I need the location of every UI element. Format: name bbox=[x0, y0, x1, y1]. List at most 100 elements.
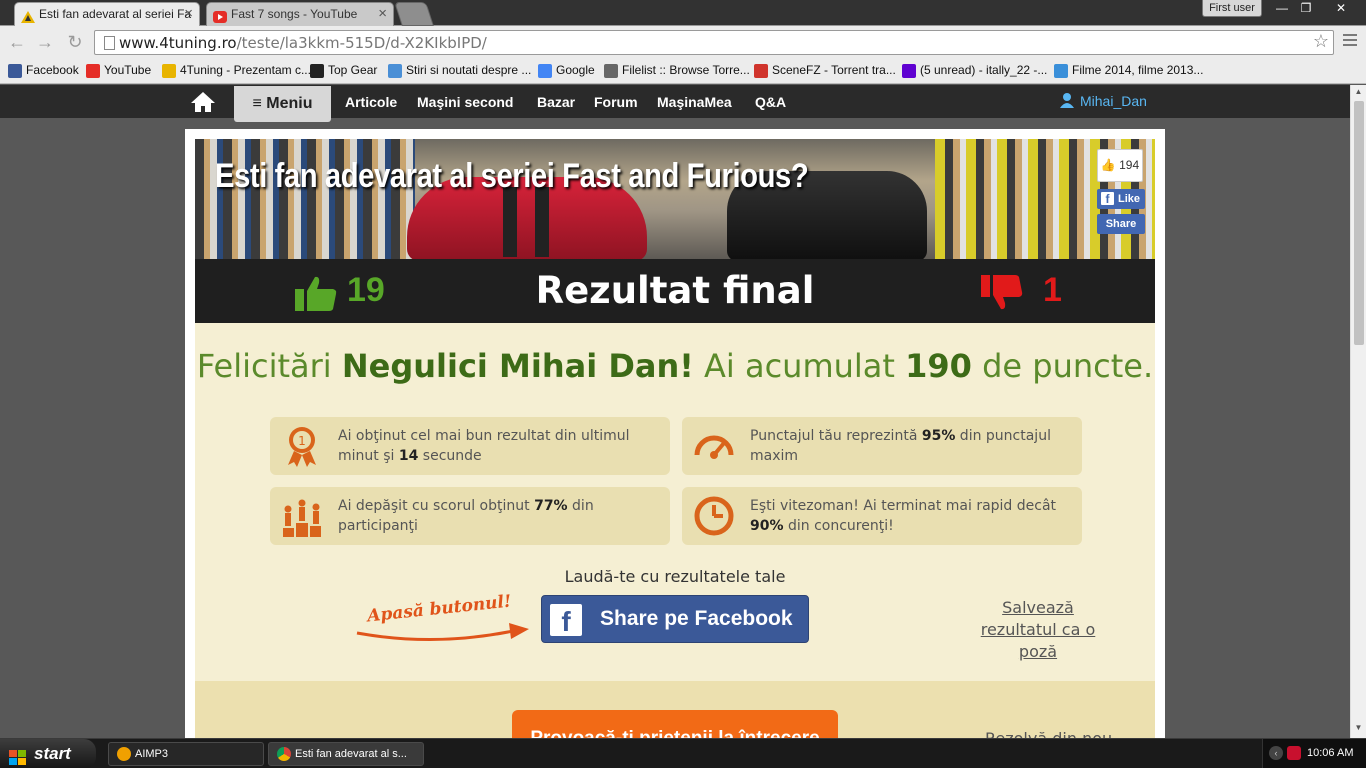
reload-icon[interactable]: ↻ bbox=[64, 33, 86, 53]
menu-button[interactable]: ≡ Meniu bbox=[234, 86, 331, 122]
share-on-facebook-button[interactable]: f Share pe Facebook bbox=[541, 595, 809, 643]
quiz-result-card: Esti fan adevarat al seriei Fast and Fur… bbox=[185, 129, 1165, 738]
taskbar-item-aimp[interactable]: AIMP3 bbox=[108, 742, 264, 766]
taskbar-item-chrome[interactable]: Esti fan adevarat al s... bbox=[268, 742, 424, 766]
bookmark-label: Google bbox=[556, 63, 595, 77]
nav-link-articole[interactable]: Articole bbox=[345, 94, 397, 110]
news-icon bbox=[388, 64, 402, 78]
fb-like-label: Like bbox=[1117, 193, 1140, 205]
congrats-middle: Ai acumulat bbox=[693, 347, 906, 385]
yahoo-icon bbox=[902, 64, 916, 78]
scroll-up-icon[interactable]: ▲ bbox=[1351, 87, 1366, 99]
fb-like-count: 👍 194 bbox=[1097, 149, 1143, 182]
stat-card-participants: Ai depăşit cu scorul obţinut 77% din par… bbox=[270, 487, 670, 545]
4tuning-icon bbox=[162, 64, 176, 78]
bookmark-item[interactable]: Top Gear bbox=[310, 63, 378, 78]
stat-value: 90% bbox=[750, 518, 784, 534]
medal-icon: 1 bbox=[282, 425, 322, 467]
user-link[interactable]: Mihai_Dan bbox=[1060, 93, 1147, 109]
fb-like-button[interactable]: f Like bbox=[1097, 189, 1145, 209]
stat-text-a: Punctajul tău reprezintă bbox=[750, 428, 922, 444]
bookmark-item[interactable]: 4Tuning - Prezentam c... bbox=[162, 63, 311, 78]
bookmark-item[interactable]: Facebook bbox=[8, 63, 79, 78]
bookmark-star-icon[interactable]: ☆ bbox=[1313, 31, 1329, 52]
quiz-hero-image: Esti fan adevarat al seriei Fast and Fur… bbox=[195, 139, 1155, 259]
bookmark-item[interactable]: Google bbox=[538, 63, 595, 78]
task-label: AIMP3 bbox=[135, 748, 169, 760]
fb-share-button[interactable]: Share bbox=[1097, 214, 1145, 234]
challenge-friends-button[interactable]: Provoacă-ţi prietenii la întrecere bbox=[512, 710, 838, 738]
minimize-button[interactable]: — bbox=[1270, 0, 1294, 17]
scroll-down-icon[interactable]: ▼ bbox=[1351, 723, 1366, 735]
stat-text-a: Ai depăşit cu scorul obţinut bbox=[338, 498, 535, 514]
show-hidden-icons-icon[interactable]: ‹ bbox=[1269, 746, 1283, 760]
result-bar: 19 Rezultat final 1 bbox=[195, 259, 1155, 323]
forward-icon[interactable]: → bbox=[34, 33, 56, 53]
maximize-button[interactable]: ❐ bbox=[1294, 0, 1318, 17]
stat-text-a: Ai obţinut cel mai bun rezultat din ulti… bbox=[338, 428, 630, 464]
bookmarks-bar: Facebook YouTube 4Tuning - Prezentam c... T… bbox=[0, 59, 1366, 84]
nav-link-bazar[interactable]: Bazar bbox=[537, 94, 575, 110]
windows-taskbar: start AIMP3 Esti fan adevarat al s... ‹ … bbox=[0, 738, 1366, 768]
bookmark-label: Filelist :: Browse Torre... bbox=[622, 63, 750, 77]
bookmark-label: 4Tuning - Prezentam c... bbox=[180, 63, 311, 77]
bookmark-item[interactable]: YouTube bbox=[86, 63, 152, 78]
bookmark-item[interactable]: SceneFZ - Torrent tra... bbox=[754, 63, 896, 78]
stat-card-score: Punctajul tău reprezintă 95% din punctaj… bbox=[682, 417, 1082, 475]
profile-button[interactable]: First user bbox=[1202, 0, 1262, 17]
filme-icon bbox=[1054, 64, 1068, 78]
page-viewport: ≡ Meniu Articole Maşini second Bazar For… bbox=[0, 85, 1350, 738]
thumbs-down-icon[interactable] bbox=[981, 273, 1025, 311]
podium-icon bbox=[282, 495, 322, 537]
stat-text-b: din concurenţi! bbox=[783, 518, 894, 534]
bookmark-item[interactable]: Filelist :: Browse Torre... bbox=[604, 63, 750, 78]
bookmark-label: YouTube bbox=[104, 63, 152, 77]
back-icon[interactable]: ← bbox=[6, 33, 28, 53]
close-window-button[interactable]: ✕ bbox=[1328, 0, 1354, 17]
svg-text:1: 1 bbox=[298, 434, 306, 448]
chrome-icon bbox=[277, 747, 291, 761]
username: Mihai_Dan bbox=[1080, 93, 1147, 109]
page-icon bbox=[104, 36, 115, 50]
points-value: 190 bbox=[905, 347, 972, 385]
clock-icon bbox=[694, 495, 734, 537]
facebook-icon bbox=[8, 64, 22, 78]
chrome-menu-icon[interactable] bbox=[1343, 34, 1357, 49]
share-facebook-label: Share pe Facebook bbox=[600, 607, 793, 630]
scenefz-icon bbox=[754, 64, 768, 78]
tab-youtube[interactable]: Fast 7 songs - YouTube × bbox=[206, 2, 394, 26]
address-bar[interactable]: www.4tuning.ro/teste/la3kkm-515D/d-X2KIk… bbox=[94, 30, 1334, 55]
avira-icon[interactable] bbox=[1287, 746, 1301, 760]
4tuning-icon bbox=[21, 8, 35, 23]
bookmark-label: SceneFZ - Torrent tra... bbox=[772, 63, 896, 77]
nav-link-forum[interactable]: Forum bbox=[594, 94, 638, 110]
nav-link-masinamea[interactable]: MaşinaMea bbox=[657, 94, 732, 110]
close-tab-icon[interactable]: × bbox=[378, 3, 387, 25]
congrats-suffix: de puncte. bbox=[971, 347, 1154, 385]
bookmark-label: Top Gear bbox=[328, 63, 378, 77]
start-button[interactable]: start bbox=[0, 739, 96, 768]
home-icon[interactable] bbox=[190, 91, 216, 113]
nav-link-masini-second[interactable]: Maşini second bbox=[417, 94, 513, 110]
bookmark-label: Stiri si noutati despre ... bbox=[406, 63, 532, 77]
tab-quiz[interactable]: Esti fan adevarat al seriei Fa × bbox=[14, 2, 200, 26]
save-result-photo-link[interactable]: Salvează rezultatul ca o poză bbox=[963, 597, 1113, 663]
stat-value: 77% bbox=[534, 498, 568, 514]
youtube-icon bbox=[213, 8, 227, 23]
aimp-icon bbox=[117, 747, 131, 761]
retry-quiz-link[interactable]: Rezolvă din nou bbox=[985, 729, 1112, 738]
new-tab-button[interactable] bbox=[394, 2, 434, 26]
bookmark-item[interactable]: Filme 2014, filme 2013... bbox=[1054, 63, 1203, 78]
bookmark-item[interactable]: (5 unread) - itally_22 -... bbox=[902, 63, 1047, 78]
scroll-thumb[interactable] bbox=[1354, 101, 1364, 345]
close-tab-icon[interactable]: × bbox=[184, 3, 193, 25]
tab-title: Esti fan adevarat al seriei Fa bbox=[39, 7, 192, 21]
bookmark-item[interactable]: Stiri si noutati despre ... bbox=[388, 63, 532, 78]
system-tray: ‹ 10:06 AM bbox=[1262, 739, 1366, 768]
url-path: /teste/la3kkm-515D/d-X2KIkbIPD/ bbox=[236, 34, 487, 52]
nav-link-qa[interactable]: Q&A bbox=[755, 94, 786, 110]
url-text[interactable]: www.4tuning.ro/teste/la3kkm-515D/d-X2KIk… bbox=[119, 34, 487, 52]
stat-text: Ai depăşit cu scorul obţinut 77% din par… bbox=[338, 496, 658, 536]
stat-card-time: 1 Ai obţinut cel mai bun rezultat din ul… bbox=[270, 417, 670, 475]
page-scrollbar[interactable]: ▲ ▼ bbox=[1350, 85, 1366, 738]
